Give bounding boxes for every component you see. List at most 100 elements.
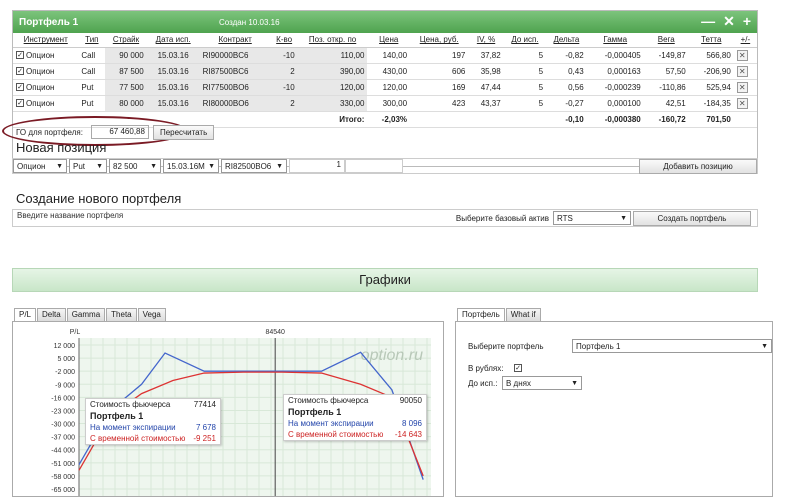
y-tick-label: 5 000 — [57, 356, 75, 363]
asset-select[interactable]: RTS ▼ — [553, 211, 631, 225]
col-gamma[interactable]: Гамма — [586, 33, 644, 48]
tab-what-if[interactable]: What if — [505, 308, 541, 321]
delta-cell: 0,43 — [546, 63, 587, 80]
contract-cell: RI87500BC6 — [199, 63, 271, 80]
settings-tabs: Портфель What if — [457, 308, 541, 321]
instrument-value: Опцион — [26, 82, 55, 92]
y-tick-label: 12 000 — [54, 343, 76, 350]
col-days[interactable]: До исп. — [503, 33, 547, 48]
chevron-down-icon: ▼ — [571, 379, 578, 387]
portfolio-created: Создан 10.03.16 — [219, 17, 280, 27]
margin-value: 67 460,88 — [90, 125, 149, 139]
total-gamma: -0,000380 — [586, 111, 644, 128]
tooltip-right-futures-value: 90050 — [399, 396, 422, 405]
date-cell: 15.03.16 — [146, 47, 200, 64]
price-cell: 140,00 — [367, 47, 411, 64]
remove-icon[interactable]: ✕ — [736, 97, 748, 109]
col-open[interactable]: Поз. откр. по — [297, 33, 368, 48]
col-price[interactable]: Цена — [367, 33, 411, 48]
minimize-icon[interactable]: — — [701, 14, 715, 28]
col-delta[interactable]: Дельта — [546, 33, 587, 48]
tooltip-right-futures-label: Стоимость фьючерса — [288, 396, 369, 405]
col-contract[interactable]: Контракт — [199, 33, 271, 48]
portfolio-select[interactable]: Портфель 1 ▼ — [572, 339, 772, 353]
until-select[interactable]: В днях ▼ — [502, 376, 582, 390]
col-strike[interactable]: Страйк — [105, 33, 147, 48]
col-price-rub[interactable]: Цена, руб. — [410, 33, 469, 48]
instrument-cell: ✓ Опцион — [13, 79, 79, 96]
price-input[interactable] — [345, 159, 403, 173]
theta-cell: -206,90 — [688, 63, 734, 80]
until-label: До исп.: — [468, 379, 498, 388]
date-cell: 15.03.16 — [146, 63, 200, 80]
tooltip-left-expiry-value: 7 678 — [195, 423, 216, 432]
tooltip-left-futures-value: 77414 — [193, 400, 216, 409]
tab-vega[interactable]: Vega — [137, 308, 166, 321]
tab-portfolio[interactable]: Портфель — [457, 308, 505, 321]
col-type[interactable]: Тип — [78, 33, 106, 48]
instrument-select[interactable]: Опцион ▼ — [13, 159, 67, 173]
y-tick-label: -58 000 — [51, 474, 75, 481]
select-portfolio-label: Выберите портфель — [468, 342, 544, 351]
price-rub-cell: 606 — [410, 63, 469, 80]
strike-select[interactable]: 82 500 ▼ — [109, 159, 161, 173]
col-qty[interactable]: К-во — [270, 33, 298, 48]
qty-cell: -10 — [270, 79, 298, 96]
rub-label: В рублях: — [468, 364, 504, 373]
y-tick-label: -65 000 — [51, 487, 75, 494]
create-portfolio-button[interactable]: Создать портфель — [633, 210, 751, 226]
plus-icon[interactable]: + — [743, 14, 751, 28]
qty-cell: 2 — [270, 63, 298, 80]
row-checkbox[interactable]: ✓ — [16, 83, 24, 92]
tab-gamma[interactable]: Gamma — [66, 308, 106, 321]
tab-pl[interactable]: P/L — [14, 308, 37, 321]
date-select[interactable]: 15.03.16M ▼ — [163, 159, 219, 173]
col-iv[interactable]: IV, % — [468, 33, 504, 48]
contract-select[interactable]: RI82500BO6 ▼ — [221, 159, 287, 173]
qty-cell: -10 — [270, 47, 298, 64]
close-icon[interactable]: ✕ — [723, 14, 735, 28]
remove-icon[interactable]: ✕ — [736, 81, 748, 93]
remove-icon[interactable]: ✕ — [736, 49, 748, 61]
row-checkbox[interactable]: ✓ — [16, 67, 24, 76]
position-row: ✓ Опцион Put 77 500 15.03.16 RI77500BO6 -10 120… — [13, 79, 757, 96]
remove-icon[interactable]: ✕ — [736, 65, 748, 77]
recalculate-button[interactable]: Пересчитать — [152, 124, 215, 140]
portfolio-name-input[interactable]: Введите название портфеля — [13, 211, 403, 225]
date-cell: 15.03.16 — [146, 95, 200, 112]
tooltip-right-portfolio: Портфель 1 — [288, 407, 342, 417]
col-theta[interactable]: Тетта — [688, 33, 734, 48]
col-date[interactable]: Дата исп. — [146, 33, 200, 48]
contract-cell: RI90000BC6 — [199, 47, 271, 64]
tab-delta[interactable]: Delta — [37, 308, 66, 321]
total-label: Итого: — [297, 111, 368, 128]
open-cell: 330,00 — [297, 95, 368, 112]
new-portfolio-row: Введите название портфеля Выберите базов… — [12, 209, 758, 227]
until-select-value: В днях — [506, 378, 531, 388]
row-checkbox[interactable]: ✓ — [16, 99, 24, 108]
tooltip-left-futures-label: Стоимость фьючерса — [90, 400, 171, 409]
open-cell: 110,00 — [297, 47, 368, 64]
type-select[interactable]: Put ▼ — [69, 159, 107, 173]
spot-marker-label: 84540 — [265, 329, 285, 336]
qty-input[interactable]: 1 — [289, 159, 345, 173]
tab-theta[interactable]: Theta — [106, 308, 137, 321]
col-instrument[interactable]: Инструмент — [13, 33, 79, 48]
remove-cell: ✕ — [733, 79, 757, 96]
row-checkbox[interactable]: ✓ — [16, 51, 24, 60]
add-position-button[interactable]: Добавить позицию — [639, 158, 757, 174]
total-vega: -160,72 — [643, 111, 689, 128]
type-cell: Call — [78, 63, 106, 80]
y-tick-label: -44 000 — [51, 448, 75, 455]
rub-checkbox[interactable]: ✓ — [514, 364, 522, 372]
days-cell: 5 — [503, 79, 547, 96]
tooltip-right-expiry-value: 8 096 — [401, 419, 422, 428]
iv-cell: 43,37 — [468, 95, 504, 112]
theta-cell: 525,94 — [688, 79, 734, 96]
margin-row: ГО для портфеля: 67 460,88 Пересчитать — [12, 124, 215, 140]
price-cell: 120,00 — [367, 79, 411, 96]
vega-cell: 42,51 — [643, 95, 689, 112]
col-vega[interactable]: Вега — [643, 33, 689, 48]
qty-cell: 2 — [270, 95, 298, 112]
contract-cell: RI80000BO6 — [199, 95, 271, 112]
